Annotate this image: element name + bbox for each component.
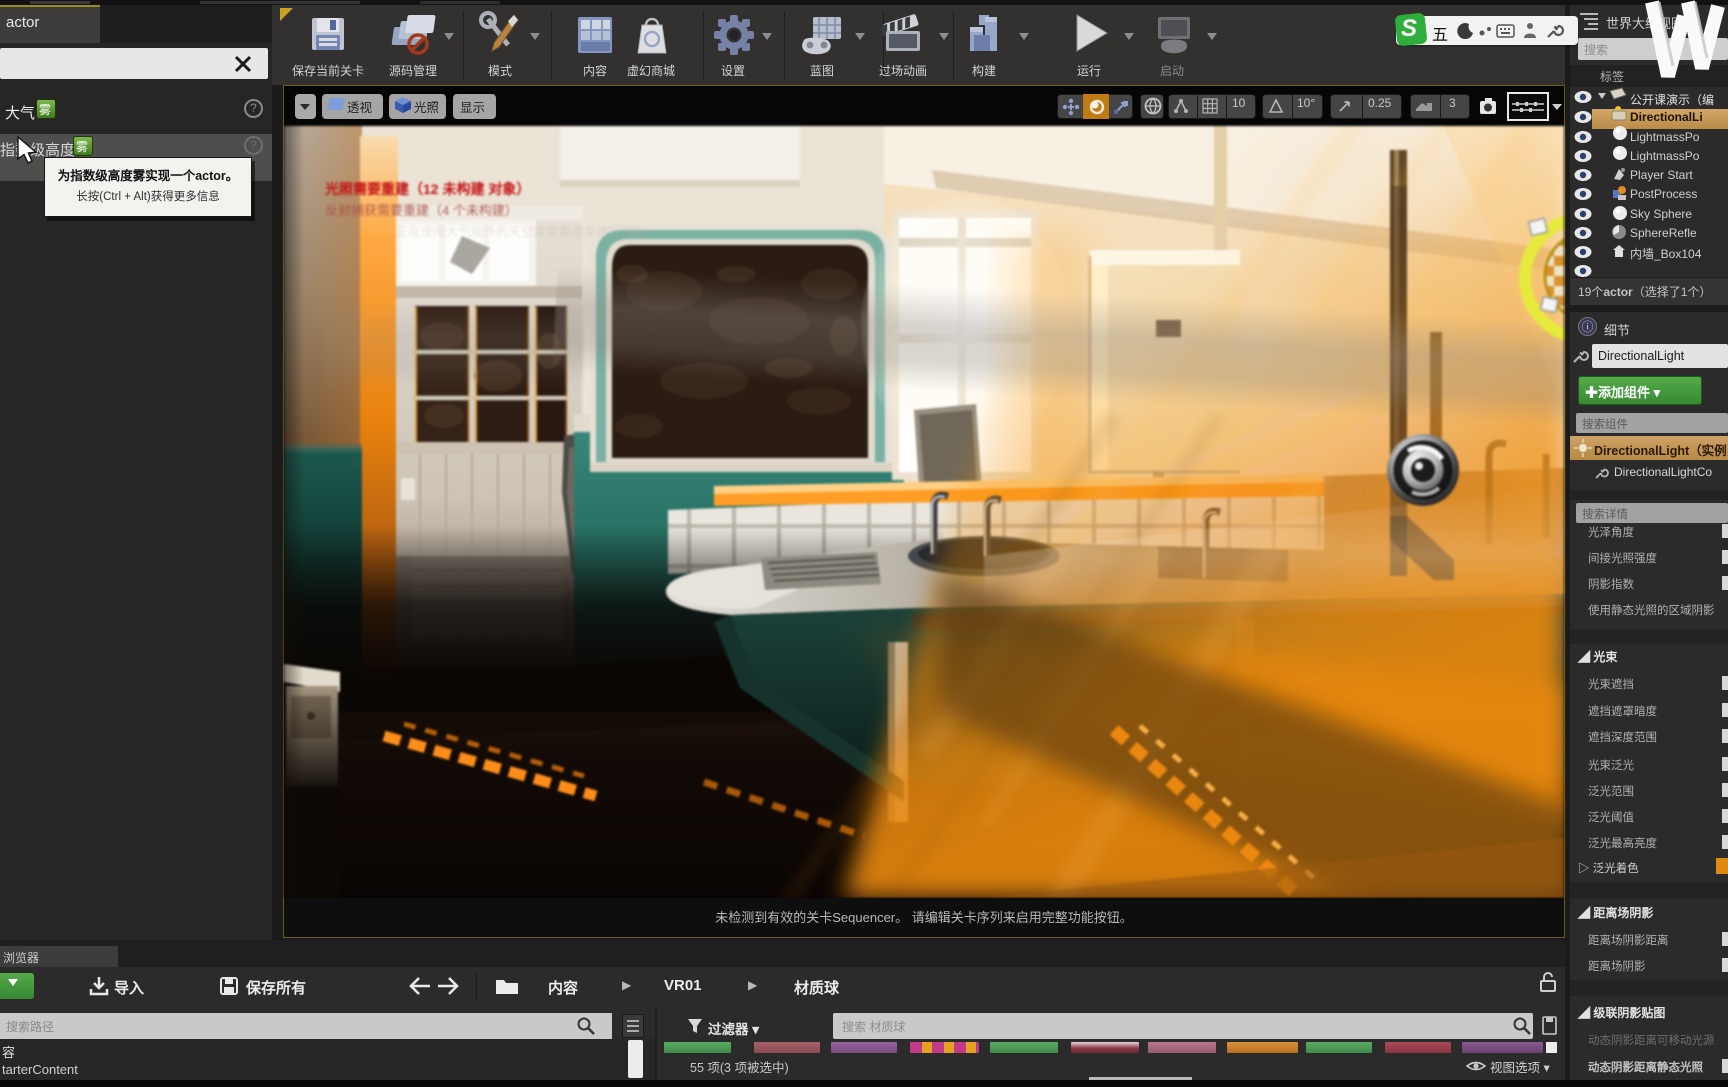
svg-text:光照需要重建（12 未构建 对象）: 光照需要重建（12 未构建 对象）: [324, 181, 530, 197]
svg-text:正在使用大气组件的天空需要重建来进行控制: 正在使用大气组件的天空需要重建来进行控制: [396, 224, 646, 239]
svg-text:反射捕获需要重建（4 个未构建）: 反射捕获需要重建（4 个未构建）: [325, 203, 518, 218]
